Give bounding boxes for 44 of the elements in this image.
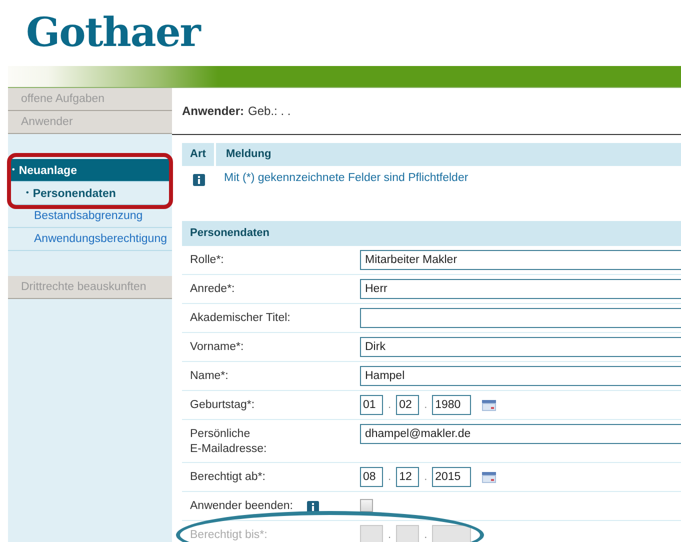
field-label: Anrede*: (189, 282, 236, 297)
date-separator: . (424, 399, 428, 411)
nav-item[interactable]: Bestandsabgrenzung (8, 205, 172, 228)
user-label: Anwender: (182, 104, 244, 118)
date-field[interactable]: 2015 (432, 467, 472, 487)
field-label: Vorname*: (189, 340, 245, 355)
calendar-icon[interactable] (482, 472, 496, 482)
nav-item[interactable]: Anwendungsberechtigung (8, 228, 172, 251)
column-header: Meldung (225, 147, 272, 162)
date-separator: . (424, 529, 428, 541)
section-header: Personendaten (182, 221, 681, 246)
logo: Gothaer (26, 9, 200, 57)
field-label: Geburtstag*: (189, 398, 256, 413)
field-label: Anwender beenden: (189, 499, 293, 514)
field-label: Akademischer Titel: (189, 311, 292, 326)
input-field[interactable] (360, 308, 681, 328)
date-separator: . (388, 529, 392, 541)
nav-item[interactable]: $^{•}$ Personendaten (8, 182, 172, 205)
checkbox[interactable] (360, 499, 373, 512)
date-field[interactable]: 12 (396, 467, 420, 487)
message-text: Mit (*) gekennzeichnete Felder sind Pflichtfelder (223, 172, 468, 184)
input-field[interactable]: Hampel (360, 366, 681, 386)
input-field[interactable]: Dirk (360, 337, 681, 357)
field-label: Name*: (189, 369, 230, 384)
date-separator: . (424, 471, 428, 483)
field-label: Rolle*: (189, 253, 225, 268)
input-field[interactable]: Mitarbeiter Makler (360, 250, 681, 270)
field-label: Berechtigt bis*: (189, 528, 268, 542)
input-field[interactable]: Herr (360, 279, 681, 299)
field-label: Berechtigt ab*: (189, 470, 266, 485)
date-field[interactable]: 01 (360, 395, 383, 415)
user-value: Geb.: . . (248, 104, 291, 118)
date-separator: . (388, 399, 392, 411)
date-field[interactable]: 1980 (432, 395, 472, 415)
date-field[interactable]: 02 (396, 395, 420, 415)
date-separator: . (388, 471, 392, 483)
date-field[interactable]: 08 (360, 467, 383, 487)
info-icon (193, 174, 205, 186)
field-label: Persönliche E-Mailadresse: (189, 427, 268, 457)
info-icon (306, 500, 319, 512)
nav-item[interactable]: $^{•}$ Neuanlage (8, 159, 172, 182)
input-field[interactable]: dhampel@makler.de (360, 424, 681, 444)
calendar-icon[interactable] (482, 400, 496, 410)
column-header: Art (182, 143, 216, 166)
